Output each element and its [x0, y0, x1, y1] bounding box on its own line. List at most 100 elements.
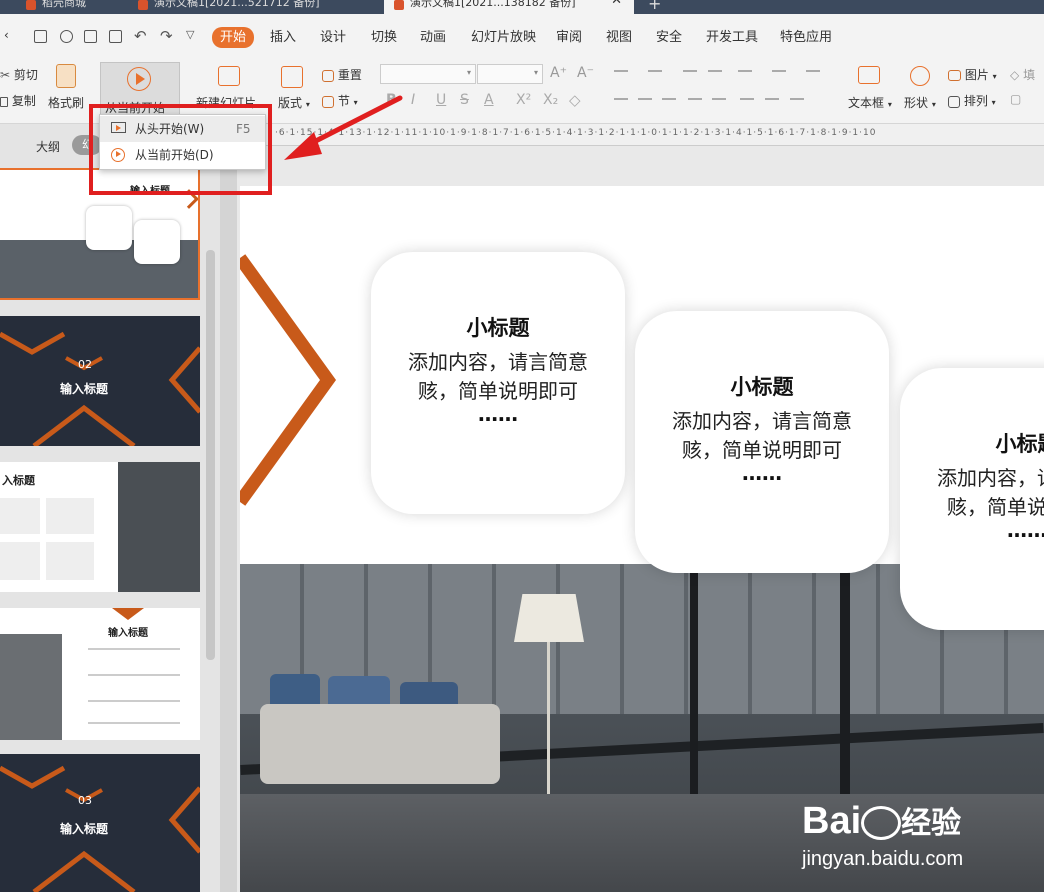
menu-insert[interactable]: 插入: [270, 28, 296, 48]
output-icon[interactable]: [60, 30, 73, 43]
slide-panel: 大纲 幻 输入标题 02 输入标题 入标题 输入标题 03 输入标题: [0, 124, 220, 892]
outline-icon: ▢: [1010, 92, 1022, 106]
increase-indent-icon[interactable]: [708, 70, 722, 72]
vertical-ruler: [220, 146, 237, 892]
menu-slideshow[interactable]: 幻灯片放映: [471, 28, 536, 48]
font-color-icon[interactable]: A: [484, 92, 494, 108]
columns-icon[interactable]: [772, 70, 786, 72]
numbering-icon[interactable]: [648, 70, 662, 72]
card-title: 小标题: [730, 375, 794, 399]
slide-thumbnail-5[interactable]: 03 输入标题: [0, 754, 200, 892]
underline-icon[interactable]: U: [436, 92, 446, 108]
menu-review[interactable]: 审阅: [556, 28, 582, 48]
new-slide-icon: [218, 66, 240, 86]
slide-thumbnail-2[interactable]: 02 输入标题: [0, 316, 200, 446]
orange-chevron: [112, 608, 144, 620]
menu-animation[interactable]: 动画: [420, 28, 446, 48]
dropdown-arrow-icon: ▾: [991, 98, 996, 107]
text-line: [88, 674, 180, 676]
mini-card: [46, 498, 94, 534]
paw-icon: [861, 805, 902, 840]
align-right-icon[interactable]: [662, 98, 676, 100]
textbox-button[interactable]: 文本框 ▾: [848, 94, 892, 111]
vertical-align-icon[interactable]: [740, 98, 754, 100]
line-spacing-icon[interactable]: [806, 70, 820, 72]
arrange-icon: [948, 95, 960, 108]
subscript-icon[interactable]: X₂: [543, 92, 558, 108]
card-ellipsis: ……: [478, 402, 518, 426]
tab-outline[interactable]: 大纲: [36, 138, 60, 155]
tab-document-1[interactable]: 演示文稿1[2021...521712 备份]: [138, 0, 378, 14]
menu-developer-tools[interactable]: 开发工具: [706, 28, 758, 48]
clear-format-icon[interactable]: ◇: [569, 91, 581, 109]
card-title: 小标题: [995, 432, 1044, 456]
distribute-icon[interactable]: [712, 98, 726, 100]
card-ellipsis: ……: [1007, 518, 1044, 542]
increase-font-icon[interactable]: A⁺: [550, 65, 567, 81]
copy-icon: [0, 96, 8, 107]
save-icon[interactable]: [34, 30, 47, 43]
chevron-left-icon[interactable]: ‹: [4, 28, 9, 42]
pointer-arrow-icon: [284, 95, 403, 160]
fill-button[interactable]: ◇ 填: [1010, 66, 1035, 83]
content-card-1[interactable]: 小标题 添加内容，请言简意赅，简单说明即可 ……: [371, 252, 625, 514]
slide-thumbnail-4[interactable]: 输入标题: [0, 608, 200, 740]
dropdown-arrow-icon: ▾: [992, 72, 997, 81]
align-left-icon[interactable]: [614, 98, 628, 100]
baidu-watermark-url: jingyan.baidu.com: [802, 848, 964, 870]
strikethrough-icon[interactable]: S: [460, 92, 469, 108]
chevron-down-icon: ▾: [533, 68, 538, 77]
content-card-3[interactable]: 小标题 添加内容，请言简意赅，简单说明即可 ……: [900, 368, 1044, 630]
align-center-icon[interactable]: [638, 98, 652, 100]
scissors-icon: ✂: [0, 68, 11, 82]
new-tab-button[interactable]: +: [648, 0, 668, 14]
format-painter-button[interactable]: 格式刷: [48, 94, 84, 111]
menu-special-apps[interactable]: 特色应用: [780, 28, 832, 48]
play-icon: [127, 67, 151, 91]
bullets-icon[interactable]: [614, 70, 628, 72]
shape-button[interactable]: 形状 ▾: [904, 94, 936, 111]
justify-icon[interactable]: [688, 98, 702, 100]
tab-document-2-active[interactable]: 演示文稿1[2021...138182 备份] ✕: [384, 0, 634, 14]
close-tab-icon[interactable]: ✕: [611, 0, 622, 7]
mini-card: [134, 220, 180, 264]
superscript-icon[interactable]: X²: [516, 92, 531, 108]
panel-scrollbar[interactable]: [206, 250, 215, 660]
menu-security[interactable]: 安全: [656, 28, 682, 48]
menu-home[interactable]: 开始: [212, 27, 255, 48]
slide-canvas[interactable]: 小标题 添加内容，请言简意赅，简单说明即可 …… 小标题 添加内容，请言简意赅，…: [240, 186, 1044, 892]
menu-transitions[interactable]: 切换: [371, 28, 397, 48]
decrease-indent-icon[interactable]: [683, 70, 697, 72]
redo-icon[interactable]: ↷: [160, 27, 173, 45]
font-size-select[interactable]: ▾: [477, 64, 543, 84]
font-name-select[interactable]: ▾: [380, 64, 476, 84]
fill-icon: ◇: [1010, 68, 1020, 82]
card-body: 添加内容，请言简意赅，简单说明即可: [408, 350, 588, 403]
picture-icon: [948, 70, 961, 81]
text-direction-icon[interactable]: [738, 70, 752, 72]
text-line: [88, 722, 180, 724]
content-card-2[interactable]: 小标题 添加内容，请言简意赅，简单说明即可 ……: [635, 311, 889, 573]
reset-button[interactable]: 重置: [322, 66, 362, 83]
menu-design[interactable]: 设计: [320, 28, 346, 48]
customize-quick-access-icon[interactable]: ▽: [186, 28, 194, 41]
print-icon[interactable]: [84, 30, 97, 43]
decrease-font-icon[interactable]: A⁻: [577, 65, 594, 81]
outline-button[interactable]: ▢: [1010, 92, 1021, 106]
italic-icon[interactable]: I: [411, 92, 415, 108]
mini-card: [0, 498, 40, 534]
picture-button[interactable]: 图片 ▾: [948, 66, 997, 83]
paragraph-settings-icon[interactable]: [790, 98, 804, 100]
document-tab-bar: 稻壳商城 演示文稿1[2021...521712 备份] 演示文稿1[2021.…: [0, 0, 1044, 14]
arrange-button[interactable]: 排列 ▾: [948, 92, 996, 109]
tab-daoke-store[interactable]: 稻壳商城: [26, 0, 132, 14]
copy-button[interactable]: 复制: [0, 92, 36, 109]
slide-thumbnail-3[interactable]: 入标题: [0, 462, 200, 592]
daoke-icon: [26, 0, 36, 10]
reset-icon: [322, 69, 334, 82]
print-preview-icon[interactable]: [109, 30, 122, 43]
paragraph-spacing-icon[interactable]: [765, 98, 779, 100]
undo-icon[interactable]: ↶: [134, 27, 147, 45]
cut-button[interactable]: ✂ 剪切: [0, 66, 38, 83]
menu-view[interactable]: 视图: [606, 28, 632, 48]
